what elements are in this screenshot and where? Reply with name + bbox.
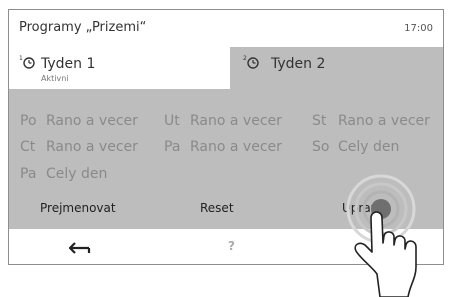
reset-button[interactable]: Reset <box>200 201 234 215</box>
schedule-program: Cely den <box>338 139 400 155</box>
schedule-item: So Cely den <box>312 139 399 155</box>
schedule-day: So <box>312 139 330 155</box>
schedule-program: Rano a vecer <box>46 113 138 129</box>
schedule-day: Po <box>20 113 37 129</box>
schedule-program: Rano a vecer <box>46 139 138 155</box>
tab-bar: 1 Tyden 1 Aktivni 2 Tyden 2 <box>9 47 443 89</box>
schedule-day: Ct <box>20 139 36 155</box>
schedule-item: Pa Cely den <box>20 166 107 182</box>
svg-text:1: 1 <box>19 55 23 62</box>
tab-tyden-2[interactable]: 2 Tyden 2 <box>230 47 443 89</box>
tab-tyden-1[interactable]: 1 Tyden 1 Aktivni <box>9 47 230 89</box>
svg-text:2: 2 <box>243 55 247 62</box>
schedule-item: Ct Rano a vecer <box>20 139 138 155</box>
schedule-item: Po Rano a vecer <box>20 113 138 129</box>
schedule-item: Pa Rano a vecer <box>164 139 282 155</box>
schedule-day: Pa <box>20 166 37 182</box>
tab-label: Tyden 1 <box>41 56 96 72</box>
schedule-day: Pa <box>164 139 181 155</box>
schedule-program: Rano a vecer <box>190 113 282 129</box>
tab-label: Tyden 2 <box>271 56 326 72</box>
back-arrow-icon[interactable] <box>69 242 91 254</box>
header: Programy „Prizemi“ 17:00 <box>9 10 443 47</box>
schedule-day: St <box>312 113 327 129</box>
schedule-item: St Rano a vecer <box>312 113 430 129</box>
schedule-item: Ut Rano a vecer <box>164 113 282 129</box>
clock-program-2-icon: 2 <box>243 55 259 69</box>
clock-program-1-icon: 1 <box>19 55 35 69</box>
clock: 17:00 <box>404 23 433 34</box>
pointing-hand-icon <box>354 211 417 297</box>
schedule-program: Rano a vecer <box>338 113 430 129</box>
rename-button[interactable]: Prejmenovat <box>40 201 116 215</box>
help-button[interactable]: ? <box>228 239 235 253</box>
page-title: Programy „Prizemi“ <box>19 20 147 35</box>
schedule-program: Rano a vecer <box>190 139 282 155</box>
tab-status: Aktivni <box>41 74 69 83</box>
schedule-program: Cely den <box>46 166 108 182</box>
schedule-day: Ut <box>164 113 180 129</box>
